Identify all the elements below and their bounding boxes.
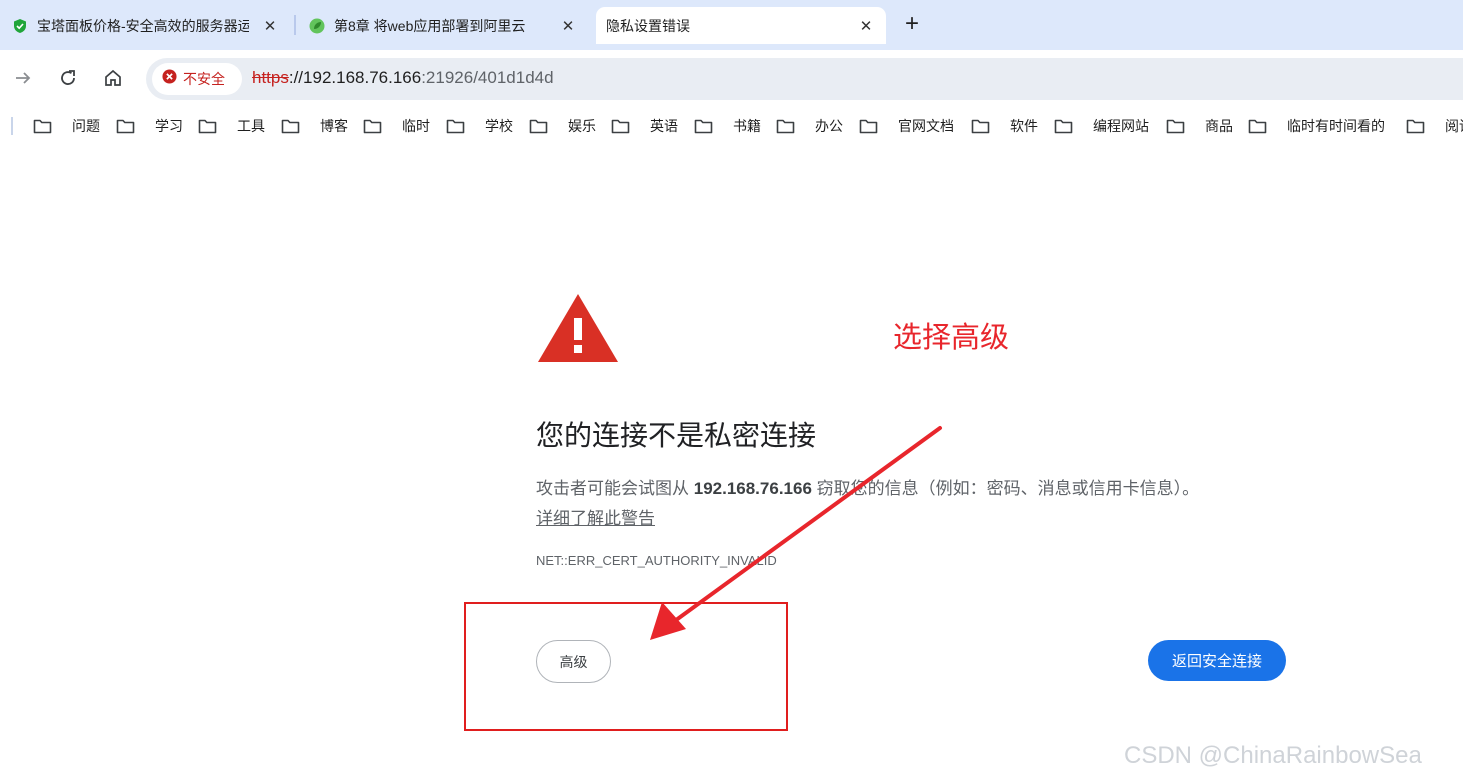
watermark: CSDN @ChinaRainbowSea	[1124, 742, 1422, 769]
annotation-arrow-icon	[650, 426, 942, 640]
